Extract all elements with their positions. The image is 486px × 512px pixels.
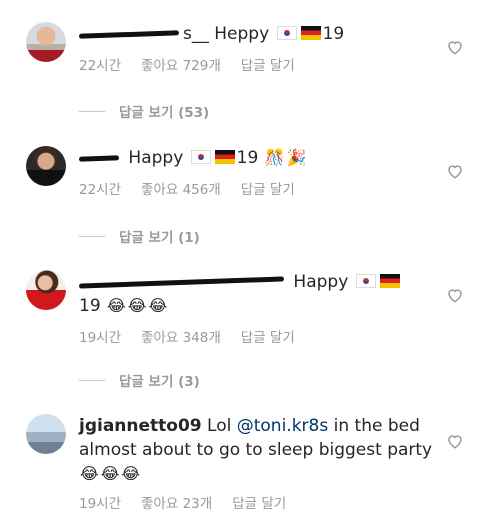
comment-meta: 22시간 좋아요 456개 답글 달기 <box>79 178 295 198</box>
comment-body: Heppy <box>214 24 270 44</box>
heart-outline-icon[interactable] <box>446 38 464 56</box>
redacted-username[interactable] <box>78 275 285 289</box>
like-count[interactable]: 좋아요 348개 <box>141 326 221 346</box>
reply-button[interactable]: 답글 달기 <box>232 492 286 512</box>
comment-body: Happy <box>128 148 184 168</box>
replies-divider <box>79 110 105 112</box>
comment-text: s__ Heppy 19 <box>78 22 439 46</box>
view-replies-button[interactable]: 답글 보기 (1) <box>79 226 200 246</box>
view-replies-button[interactable]: 답글 보기 (3) <box>79 370 200 390</box>
comment-body-end: 19 <box>322 24 345 44</box>
avatar[interactable] <box>26 146 66 186</box>
reply-button[interactable]: 답글 달기 <box>241 326 295 346</box>
username-suffix[interactable]: s__ <box>183 24 209 44</box>
reply-button[interactable]: 답글 달기 <box>241 178 295 198</box>
laughing-emoji-icon: 😂 <box>148 296 168 315</box>
south-korea-flag-icon <box>190 150 211 164</box>
heart-outline-icon[interactable] <box>446 432 464 450</box>
like-count[interactable]: 좋아요 23개 <box>141 492 212 512</box>
party-popper-icon: 🎉 <box>286 148 307 167</box>
view-replies-button[interactable]: 답글 보기 (53) <box>79 101 209 121</box>
party-ball-icon: 🎊 <box>264 148 285 167</box>
avatar[interactable] <box>26 414 66 454</box>
comment-meta: 19시간 좋아요 348개 답글 달기 <box>79 326 295 346</box>
comment-body: Happy <box>293 272 349 292</box>
comment-text: jgiannetto09 Lol @toni.kr8s in the bed a… <box>79 414 439 486</box>
germany-flag-icon <box>379 274 400 288</box>
reply-button[interactable]: 답글 달기 <box>241 54 295 74</box>
south-korea-flag-icon <box>355 274 376 288</box>
view-replies-label: 답글 보기 (1) <box>119 230 200 246</box>
timestamp: 19시간 <box>79 496 122 512</box>
comment-meta: 19시간 좋아요 23개 답글 달기 <box>79 492 286 512</box>
comment-body-end: 19 <box>236 148 259 168</box>
redacted-username[interactable] <box>78 29 180 39</box>
comment-body-start: Lol <box>207 416 232 436</box>
mention-link[interactable]: @toni.kr8s <box>237 416 328 436</box>
comment-body-end: 19 <box>79 296 101 316</box>
view-replies-label: 답글 보기 (53) <box>119 105 210 121</box>
laughing-emoji-icon: 😂 <box>121 464 141 483</box>
replies-divider <box>79 235 105 237</box>
view-replies-label: 답글 보기 (3) <box>119 374 200 390</box>
redacted-username[interactable] <box>78 154 120 162</box>
laughing-emoji-icon: 😂 <box>127 296 147 315</box>
comment-text: Happy 19 😂 😂 😂 <box>78 270 439 318</box>
comment-text: Happy 19 🎊 🎉 <box>78 146 439 170</box>
replies-divider <box>79 379 105 381</box>
timestamp: 22시간 <box>79 182 122 198</box>
laughing-emoji-icon: 😂 <box>80 464 99 483</box>
like-count[interactable]: 좋아요 456개 <box>141 178 221 198</box>
username[interactable]: jgiannetto09 <box>79 416 202 436</box>
like-count[interactable]: 좋아요 729개 <box>141 54 221 74</box>
timestamp: 22시간 <box>79 58 122 74</box>
avatar[interactable] <box>26 22 66 62</box>
comment-meta: 22시간 좋아요 729개 답글 달기 <box>79 54 295 74</box>
laughing-emoji-icon: 😂 <box>107 296 126 315</box>
germany-flag-icon <box>300 26 321 40</box>
timestamp: 19시간 <box>79 330 122 346</box>
laughing-emoji-icon: 😂 <box>100 464 120 483</box>
avatar[interactable] <box>26 270 66 310</box>
heart-outline-icon[interactable] <box>446 286 464 304</box>
germany-flag-icon <box>214 150 235 164</box>
heart-outline-icon[interactable] <box>446 162 464 180</box>
south-korea-flag-icon <box>276 26 297 40</box>
